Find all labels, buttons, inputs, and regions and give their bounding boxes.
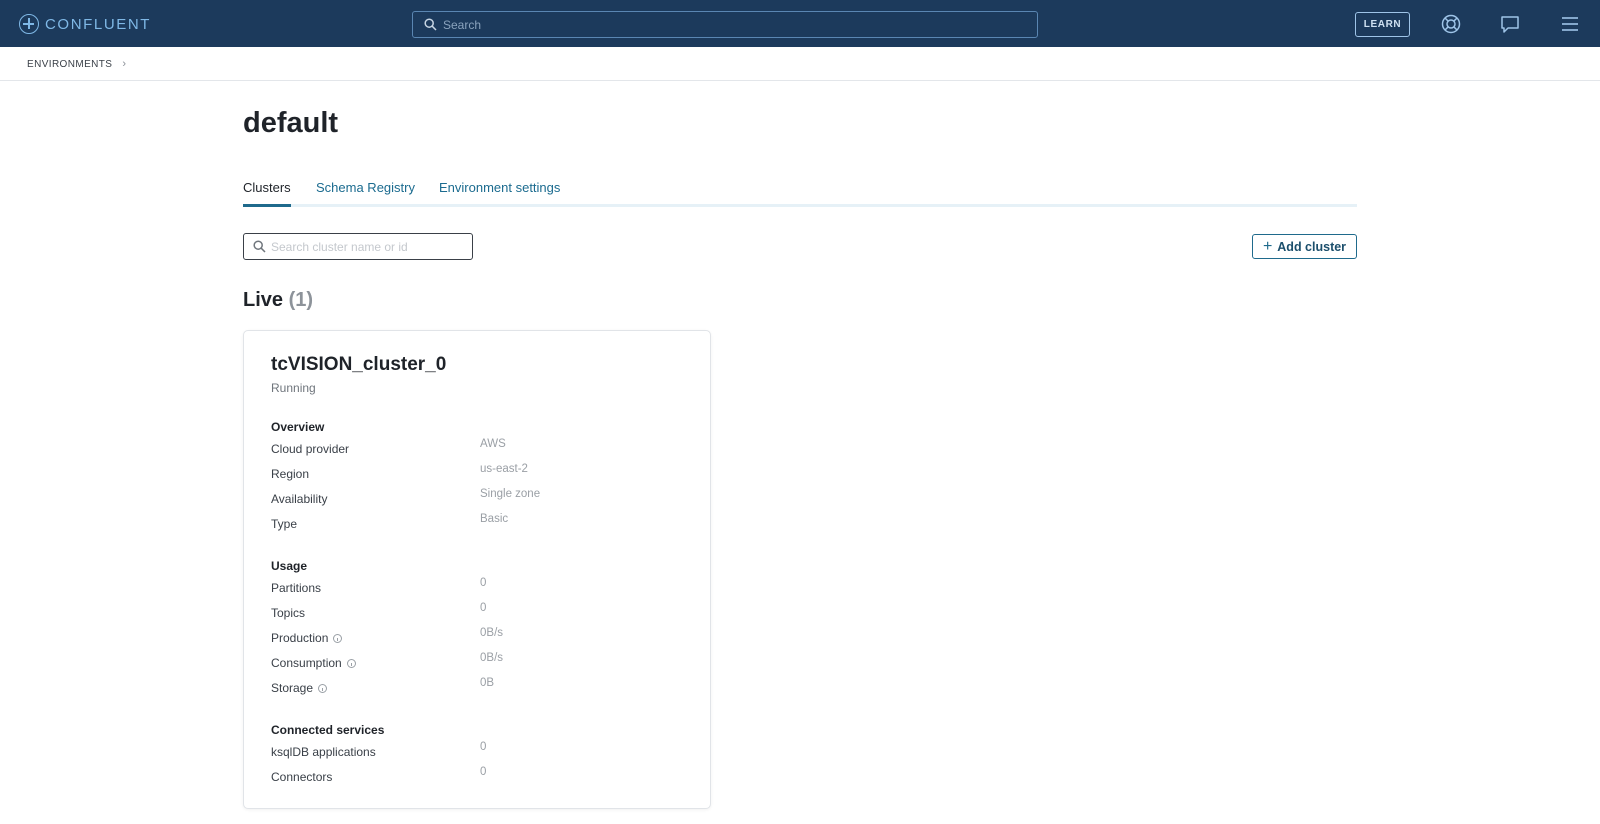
info-icon[interactable]	[318, 683, 328, 693]
chat-icon[interactable]	[1499, 13, 1521, 35]
breadcrumb: ENVIRONMENTS ›	[27, 58, 126, 70]
connectors-label: Connectors	[271, 770, 333, 784]
consumption-label: Consumption	[271, 656, 342, 670]
topics-value: 0	[480, 602, 487, 614]
cluster-search[interactable]	[243, 233, 473, 260]
availability-label: Availability	[271, 492, 328, 506]
chevron-right-icon: ›	[122, 58, 127, 70]
info-icon[interactable]	[346, 658, 356, 668]
topics-label: Topics	[271, 606, 306, 620]
usage-section-title: Usage	[271, 559, 308, 573]
confluent-logo[interactable]: CONFLUENT	[19, 13, 151, 35]
tab-schema-registry[interactable]: Schema Registry	[316, 180, 415, 207]
page-title: default	[243, 107, 339, 139]
cluster-search-input[interactable]	[271, 239, 461, 254]
global-search-input[interactable]	[443, 17, 1023, 32]
cluster-name[interactable]: tcVISION_cluster_0	[271, 354, 446, 376]
plus-icon: +	[1262, 237, 1273, 255]
help-icon[interactable]	[1440, 13, 1462, 35]
storage-value: 0B	[480, 677, 495, 689]
ksqldb-applications-value: 0	[480, 741, 487, 753]
search-icon	[253, 240, 266, 253]
connectors-value: 0	[480, 766, 487, 778]
add-cluster-button[interactable]: + Add cluster	[1252, 234, 1357, 259]
production-label: Production	[271, 631, 329, 645]
breadcrumb-item-environments[interactable]: ENVIRONMENTS	[27, 59, 112, 70]
production-value: 0B/s	[480, 627, 504, 639]
availability-value: Single zone	[480, 488, 541, 500]
cluster-status: Running	[271, 381, 316, 395]
partitions-label: Partitions	[271, 581, 322, 595]
storage-row-label: Storage	[271, 681, 328, 695]
type-label: Type	[271, 517, 298, 531]
cloud-provider-label: Cloud provider	[271, 442, 350, 456]
overview-section-title: Overview	[271, 420, 325, 434]
logo-text: CONFLUENT	[45, 15, 152, 33]
storage-label: Storage	[271, 681, 314, 695]
region-value: us-east-2	[480, 463, 528, 475]
ksqldb-applications-label: ksqlDB applications	[271, 745, 376, 759]
info-icon[interactable]	[333, 633, 343, 643]
add-cluster-label: Add cluster	[1277, 239, 1347, 254]
live-count: (1)	[288, 289, 314, 311]
learn-button[interactable]: LEARN	[1355, 12, 1410, 37]
production-row-label: Production	[271, 631, 343, 645]
consumption-row-label: Consumption	[271, 656, 356, 670]
confluent-logo-icon	[19, 14, 39, 34]
connected-services-section-title: Connected services	[271, 723, 385, 737]
breadcrumb-bar: ENVIRONMENTS ›	[0, 47, 1600, 81]
partitions-value: 0	[480, 577, 487, 589]
cloud-provider-value: AWS	[480, 438, 506, 450]
live-heading: Live (1)	[243, 289, 313, 312]
type-value: Basic	[480, 513, 509, 525]
global-search[interactable]	[412, 11, 1038, 38]
consumption-value: 0B/s	[480, 652, 504, 664]
tab-clusters[interactable]: Clusters	[243, 180, 291, 207]
environment-tabs: Clusters Schema Registry Environment set…	[243, 180, 1357, 207]
tab-environment-settings[interactable]: Environment settings	[439, 180, 560, 207]
live-label: Live	[243, 289, 284, 311]
region-label: Region	[271, 467, 310, 481]
top-nav-bar: CONFLUENT LEARN	[0, 0, 1600, 47]
cluster-card[interactable]: tcVISION_cluster_0 Running Overview Clou…	[243, 330, 711, 809]
menu-icon[interactable]	[1559, 13, 1581, 35]
search-icon	[424, 18, 437, 31]
